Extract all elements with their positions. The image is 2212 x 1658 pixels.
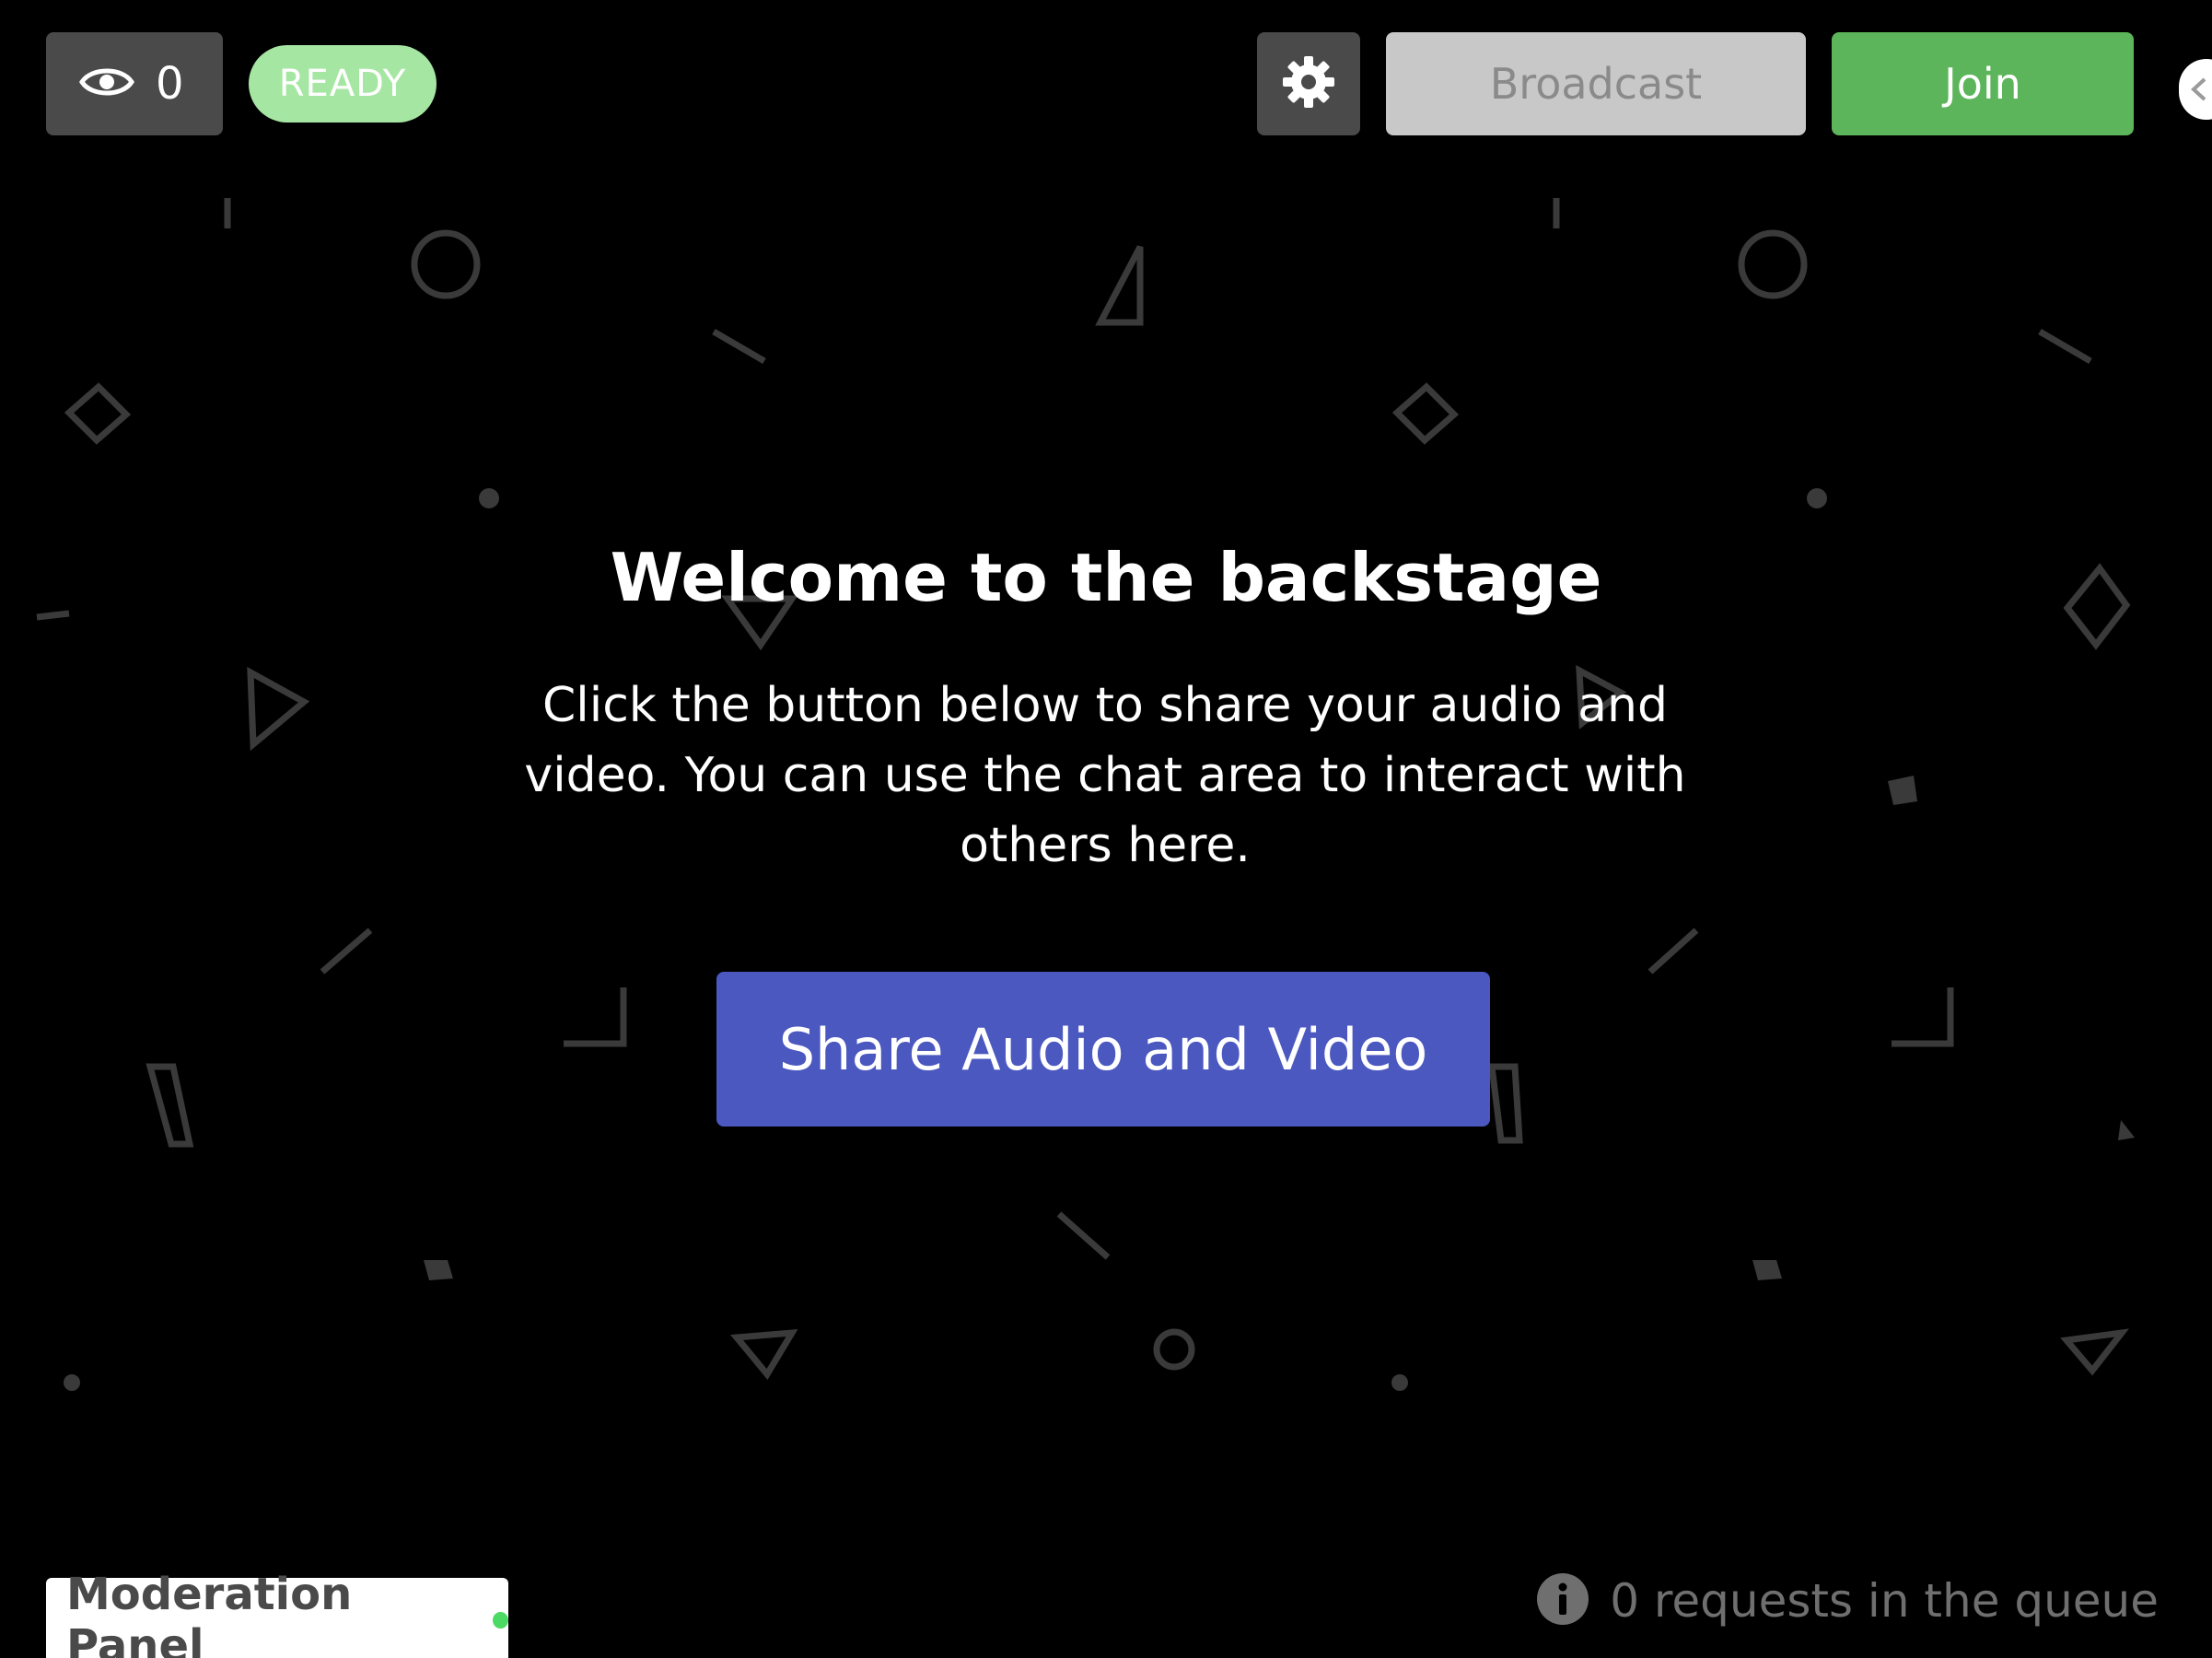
- gear-icon: [1281, 54, 1336, 113]
- info-icon: [1536, 1572, 1610, 1629]
- online-status-dot: [493, 1612, 508, 1629]
- queue-status: 0 requests in the queue: [1536, 1573, 2159, 1629]
- viewer-count: 0: [156, 58, 184, 110]
- settings-button[interactable]: [1257, 32, 1360, 135]
- broadcast-button[interactable]: Broadcast: [1386, 32, 1806, 135]
- viewer-count-pill: 0: [46, 32, 223, 135]
- eye-icon: [78, 64, 135, 104]
- join-button[interactable]: Join: [1832, 32, 2134, 135]
- status-badge: READY: [249, 45, 437, 123]
- queue-text: 0 requests in the queue: [1610, 1574, 2159, 1628]
- page-title: Welcome to the backstage: [610, 539, 1602, 616]
- moderation-panel-label: Moderation Panel: [66, 1569, 353, 1658]
- share-audio-video-button[interactable]: Share Audio and Video: [716, 972, 1490, 1127]
- moderation-panel-tab[interactable]: Moderation Panel: [46, 1569, 508, 1658]
- welcome-description: Click the button below to share your aud…: [524, 678, 1686, 873]
- backstage-screen: 0 READY Broadcast Join Welcome to the ba…: [0, 0, 2212, 1658]
